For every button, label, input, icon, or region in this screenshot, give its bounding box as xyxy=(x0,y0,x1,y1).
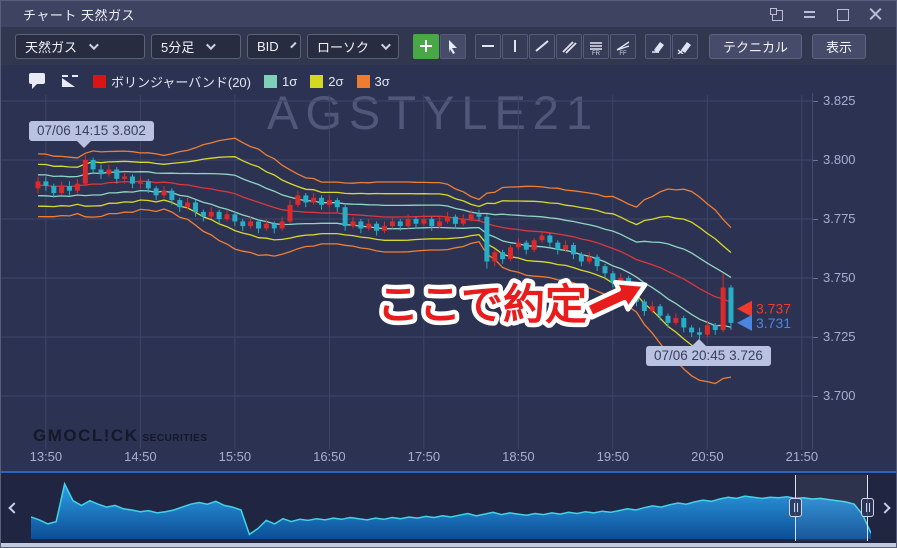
y-axis-label: 3.725 xyxy=(823,329,856,344)
legend-item-2sigma[interactable]: 2σ xyxy=(310,74,343,89)
timeframe-dropdown[interactable]: 5分足 xyxy=(151,34,241,59)
navigator-panel xyxy=(1,471,897,543)
fibonacci-retracement-icon xyxy=(588,41,604,51)
indicator-legend: ボリンジャーバンド(20) 1σ 2σ 3σ xyxy=(29,69,390,93)
chart-type-value: ローソク xyxy=(317,37,369,56)
technical-button[interactable]: テクニカル xyxy=(709,34,802,59)
y-axis-label: 3.750 xyxy=(823,270,856,285)
broker-logo-brand: GMOCL!CK xyxy=(33,426,138,446)
sigma1-swatch xyxy=(264,75,277,88)
trend-line-tool-button[interactable] xyxy=(529,34,555,59)
chevron-down-icon xyxy=(290,41,296,47)
drawing-settings-icon[interactable] xyxy=(61,73,80,90)
horizontal-line-tool-button[interactable] xyxy=(475,34,501,59)
chart-type-dropdown[interactable]: ローソク xyxy=(307,34,399,59)
fibonacci-retracement-tool-button[interactable]: FR xyxy=(583,34,609,59)
chevron-down-icon xyxy=(381,40,391,50)
cursor-tool-button[interactable] xyxy=(440,34,466,59)
legend-item-1sigma[interactable]: 1σ xyxy=(264,74,297,89)
parallel-lines-icon xyxy=(561,38,577,54)
grip-icon xyxy=(789,498,802,517)
x-axis-label: 21:50 xyxy=(780,449,824,464)
title-bar[interactable]: チャート 天然ガス xyxy=(1,1,896,27)
close-icon[interactable] xyxy=(869,8,882,21)
chart-window: チャート 天然ガス 天然ガス 5分足 BID ローソク xyxy=(0,0,897,548)
vertical-line-tool-button[interactable] xyxy=(502,34,528,59)
broker-logo-suffix: SECURITIES xyxy=(142,433,207,444)
bollinger-swatch xyxy=(93,75,106,88)
symbol-value: 天然ガス xyxy=(25,37,77,56)
window-title: チャート 天然ガス xyxy=(23,5,135,24)
sigma2-swatch xyxy=(310,75,323,88)
horizontal-scrollbar[interactable] xyxy=(1,543,897,548)
legend-item-3sigma[interactable]: 3σ xyxy=(357,74,390,89)
crosshair-tool-button[interactable] xyxy=(413,34,439,59)
legend-item-bollinger[interactable]: ボリンジャーバンド(20) xyxy=(93,72,251,91)
chevron-left-icon xyxy=(8,502,19,513)
price-callout-low: 07/06 20:45 3.726 xyxy=(646,346,771,366)
y-axis-label: 3.825 xyxy=(823,93,856,108)
scroll-left-button[interactable] xyxy=(1,473,27,543)
comment-icon[interactable] xyxy=(29,73,48,90)
y-axis-label: 3.700 xyxy=(823,388,856,403)
chevron-down-icon xyxy=(89,40,99,50)
gridlines xyxy=(1,93,813,449)
toolbar: 天然ガス 5分足 BID ローソク xyxy=(1,27,896,65)
y-axis-label: 3.775 xyxy=(823,211,856,226)
horizontal-line-icon xyxy=(480,38,496,54)
timeframe-value: 5分足 xyxy=(161,37,194,56)
eraser-tool-button[interactable] xyxy=(645,34,671,59)
x-axis-label: 13:50 xyxy=(24,449,68,464)
x-axis-label: 19:50 xyxy=(591,449,635,464)
price-side-value: BID xyxy=(257,39,279,54)
chevron-down-icon xyxy=(206,40,216,50)
navigator-area xyxy=(31,484,871,539)
minimize-icon[interactable] xyxy=(803,8,816,21)
cursor-arrow-icon xyxy=(446,39,460,54)
x-axis-label: 18:50 xyxy=(496,449,540,464)
range-handle-right[interactable] xyxy=(861,475,875,541)
erase-all-icon xyxy=(677,38,693,54)
window-controls xyxy=(770,8,882,21)
trade-note-arrow-icon xyxy=(583,271,652,324)
x-axis-label: 17:50 xyxy=(402,449,446,464)
sigma3-swatch xyxy=(357,75,370,88)
price-callout-high: 07/06 14:15 3.802 xyxy=(29,121,154,141)
ff-label: FF xyxy=(611,51,635,57)
chevron-right-icon xyxy=(879,502,890,513)
fibonacci-fan-tool-button[interactable]: FF xyxy=(610,34,636,59)
price-axis[interactable]: 3.825 3.800 3.775 3.750 3.725 3.700 xyxy=(813,65,897,471)
navigator-area-chart[interactable] xyxy=(31,475,871,541)
x-axis-label: 15:50 xyxy=(213,449,257,464)
vertical-line-icon xyxy=(507,38,523,54)
broker-logo: GMOCL!CK SECURITIES xyxy=(33,426,208,446)
chart-region: AGSTYLE21 ボリンジャーバンド(20) 1σ 2σ 3σ 3.7373.… xyxy=(1,65,897,471)
maximize-icon[interactable] xyxy=(836,8,849,21)
x-axis-label: 14:50 xyxy=(118,449,162,464)
grip-icon xyxy=(861,498,874,517)
selected-range xyxy=(796,475,867,541)
scroll-right-button[interactable] xyxy=(872,473,897,543)
price-markers: 3.7373.731 xyxy=(737,301,791,331)
erase-all-tool-button[interactable] xyxy=(672,34,698,59)
price-marker-label: 3.731 xyxy=(756,315,791,331)
display-button[interactable]: 表示 xyxy=(812,34,866,59)
fibonacci-fan-icon xyxy=(615,41,631,51)
x-axis-label: 16:50 xyxy=(307,449,351,464)
bollinger-bands xyxy=(38,138,731,383)
price-side-dropdown[interactable]: BID xyxy=(247,34,301,59)
trade-note-text: ここで約定 xyxy=(377,281,587,328)
eraser-icon xyxy=(650,38,666,54)
plus-icon xyxy=(418,38,434,54)
parallel-lines-tool-button[interactable] xyxy=(556,34,582,59)
popout-icon[interactable] xyxy=(770,8,783,21)
time-axis[interactable]: 13:50 14:50 15:50 16:50 17:50 18:50 19:50 20:50… xyxy=(1,449,813,469)
trade-note-annotation: ここで約定 xyxy=(377,271,652,328)
symbol-dropdown[interactable]: 天然ガス xyxy=(15,34,145,59)
range-handle-left[interactable] xyxy=(789,475,803,541)
trend-line-icon xyxy=(534,38,550,54)
y-axis-label: 3.800 xyxy=(823,152,856,167)
x-axis-label: 20:50 xyxy=(685,449,729,464)
fr-label: FR xyxy=(584,51,608,57)
